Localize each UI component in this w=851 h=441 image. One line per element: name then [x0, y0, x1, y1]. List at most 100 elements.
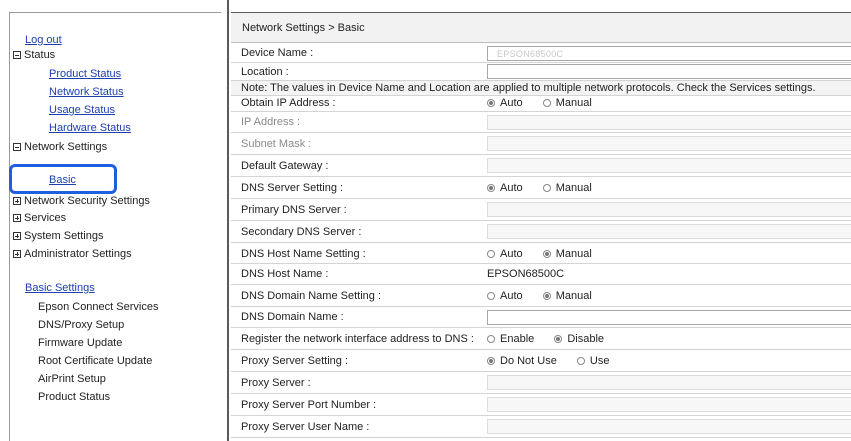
sidebar-item-product-status[interactable]: Product Status	[49, 67, 121, 81]
logout-link[interactable]: Log out	[25, 33, 62, 47]
proxy-user-label: Proxy Server User Name :	[241, 421, 370, 433]
ip-address-input[interactable]	[487, 115, 851, 130]
option-label: Auto	[500, 248, 523, 260]
sidebar-frame: Log out Status Product Status Network St…	[9, 12, 221, 441]
radio-icon	[487, 292, 495, 300]
radio-selected-icon	[542, 292, 551, 300]
dns-domain-manual-radio[interactable]: Manual	[542, 290, 592, 302]
expand-icon[interactable]	[13, 250, 21, 258]
proxy-server-input[interactable]	[487, 375, 851, 390]
expand-icon[interactable]	[13, 214, 21, 222]
dns-host-name-manual-radio[interactable]: Manual	[542, 248, 592, 260]
option-label: Auto	[500, 182, 523, 194]
dns-domain-name-setting-row: DNS Domain Name Setting : Auto Manual	[231, 285, 851, 307]
dns-host-name-auto-radio[interactable]: Auto	[487, 248, 523, 260]
note-text: Note: The values in Device Name and Loca…	[241, 82, 816, 94]
radio-icon	[542, 184, 551, 192]
dns-domain-name-input[interactable]	[487, 310, 851, 325]
radio-selected-icon	[542, 250, 551, 258]
sidebar-item-services[interactable]: Services	[13, 211, 66, 225]
location-input[interactable]	[487, 64, 851, 79]
sidebar-item-status[interactable]: Status	[13, 48, 55, 62]
expand-icon[interactable]	[13, 197, 21, 205]
collapse-icon[interactable]	[13, 51, 21, 59]
proxy-server-setting-label: Proxy Server Setting :	[241, 355, 348, 367]
obtain-ip-manual-radio[interactable]: Manual	[542, 97, 592, 109]
sidebar-item-airprint[interactable]: AirPrint Setup	[38, 372, 106, 386]
proxy-port-input[interactable]	[487, 397, 851, 412]
location-row: Location :	[231, 63, 851, 81]
option-label: Manual	[555, 248, 592, 260]
subnet-mask-input[interactable]	[487, 136, 851, 151]
option-label: Auto	[500, 97, 523, 109]
dns-server-setting-label: DNS Server Setting :	[241, 182, 344, 194]
option-label: Manual	[555, 97, 592, 109]
primary-dns-label: Primary DNS Server :	[241, 204, 347, 216]
device-name-row: Device Name : EPSON68500C	[231, 44, 851, 63]
option-label: Manual	[555, 290, 592, 302]
default-gateway-row: Default Gateway :	[231, 155, 851, 177]
primary-dns-row: Primary DNS Server :	[231, 199, 851, 221]
dns-host-name-setting-options: Auto Manual	[487, 248, 592, 260]
sidebar-item-root-certificate[interactable]: Root Certificate Update	[38, 354, 152, 368]
dns-server-setting-options: Auto Manual	[487, 182, 592, 194]
proxy-server-setting-options: Do Not Use Use	[487, 355, 609, 367]
sidebar-item-epson-connect[interactable]: Epson Connect Services	[38, 300, 158, 314]
sidebar-item-firmware-update[interactable]: Firmware Update	[38, 336, 122, 350]
option-label: Auto	[500, 290, 523, 302]
sidebar-item-product-status-2[interactable]: Product Status	[38, 390, 110, 404]
obtain-ip-auto-radio[interactable]: Auto	[487, 97, 523, 109]
proxy-server-label: Proxy Server :	[241, 377, 311, 389]
dns-server-setting-row: DNS Server Setting : Auto Manual	[231, 177, 851, 199]
sidebar-item-basic[interactable]: Basic	[49, 174, 76, 186]
register-enable-radio[interactable]: Enable	[487, 333, 534, 345]
dns-domain-name-row: DNS Domain Name :	[231, 307, 851, 328]
option-label: Disable	[567, 333, 605, 345]
dns-host-name-setting-row: DNS Host Name Setting : Auto Manual	[231, 243, 851, 264]
secondary-dns-label: Secondary DNS Server :	[241, 226, 362, 238]
sidebar-item-usage-status[interactable]: Usage Status	[49, 103, 115, 117]
dns-host-name-label: DNS Host Name :	[241, 268, 329, 280]
subnet-mask-row: Subnet Mask :	[231, 133, 851, 155]
radio-selected-icon	[487, 99, 495, 107]
ip-address-label: IP Address :	[241, 116, 301, 128]
proxy-port-label: Proxy Server Port Number :	[241, 399, 377, 411]
obtain-ip-label: Obtain IP Address :	[241, 97, 336, 109]
sidebar-item-label: System Settings	[24, 230, 104, 242]
dns-domain-auto-radio[interactable]: Auto	[487, 290, 523, 302]
radio-icon	[576, 357, 585, 365]
sidebar-item-network-settings[interactable]: Network Settings	[13, 140, 107, 154]
collapse-icon[interactable]	[13, 143, 21, 151]
default-gateway-label: Default Gateway :	[241, 160, 329, 172]
sidebar-item-system-settings[interactable]: System Settings	[13, 229, 103, 243]
primary-dns-input[interactable]	[487, 202, 851, 217]
dns-domain-name-label: DNS Domain Name :	[241, 311, 344, 323]
proxy-user-input[interactable]	[487, 419, 851, 434]
proxy-user-row: Proxy Server User Name :	[231, 416, 851, 438]
proxy-do-not-use-radio[interactable]: Do Not Use	[487, 355, 557, 367]
register-disable-radio[interactable]: Disable	[554, 333, 604, 345]
register-dns-label: Register the network interface address t…	[241, 333, 474, 345]
proxy-use-radio[interactable]: Use	[576, 355, 609, 367]
device-name-value: EPSON68500C	[497, 49, 564, 59]
sidebar-item-hardware-status[interactable]: Hardware Status	[49, 121, 131, 135]
dns-server-manual-radio[interactable]: Manual	[542, 182, 592, 194]
device-name-input[interactable]: EPSON68500C	[487, 46, 851, 61]
default-gateway-input[interactable]	[487, 158, 851, 173]
radio-icon	[487, 250, 495, 258]
radio-selected-icon	[487, 184, 495, 192]
secondary-dns-input[interactable]	[487, 224, 851, 239]
sidebar-item-administrator-settings[interactable]: Administrator Settings	[13, 247, 132, 261]
radio-selected-icon	[487, 357, 495, 365]
option-label: Manual	[555, 182, 592, 194]
sidebar-item-network-status[interactable]: Network Status	[49, 85, 124, 99]
sidebar-item-dns-proxy[interactable]: DNS/Proxy Setup	[38, 318, 124, 332]
radio-icon	[487, 335, 495, 343]
basic-settings-link[interactable]: Basic Settings	[25, 281, 95, 295]
expand-icon[interactable]	[13, 232, 21, 240]
option-label: Do Not Use	[500, 355, 557, 367]
dns-host-name-value[interactable]: EPSON68500C	[487, 268, 564, 280]
dns-server-auto-radio[interactable]: Auto	[487, 182, 523, 194]
sidebar-item-network-security-settings[interactable]: Network Security Settings	[13, 194, 150, 208]
sidebar-item-label: Services	[24, 212, 67, 224]
